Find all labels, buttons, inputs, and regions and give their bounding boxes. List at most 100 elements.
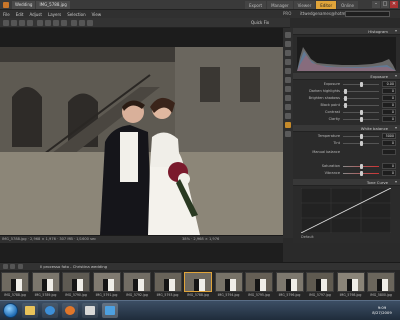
slider-knob[interactable] <box>343 89 347 94</box>
filmstrip-thumbnail[interactable] <box>92 272 121 292</box>
slider-value[interactable]: 0 <box>382 116 396 122</box>
menu-view[interactable]: View <box>89 12 105 17</box>
slider-knob[interactable] <box>343 96 347 101</box>
taskbar-acdsee[interactable] <box>102 303 118 318</box>
filmstrip-thumbnail[interactable] <box>1 272 29 292</box>
prev-icon[interactable] <box>3 264 8 269</box>
fit-icon[interactable] <box>87 20 93 26</box>
tab-online[interactable]: Online <box>337 1 358 9</box>
doc-tab-wedding[interactable]: Wedding <box>12 0 36 9</box>
tab-viewer[interactable]: Viewer <box>293 1 316 9</box>
undo-icon[interactable] <box>19 20 25 26</box>
crop-tool-icon[interactable] <box>285 50 291 56</box>
zoom-in-icon[interactable] <box>71 20 77 26</box>
default-preset-label[interactable]: Default <box>301 235 314 239</box>
doc-tab-image[interactable]: IMG_5788.jpg <box>36 0 70 9</box>
wb-mode-select[interactable] <box>382 149 396 155</box>
taskbar-clock[interactable]: 9:09 8/27/2009 <box>366 305 398 315</box>
histogram-header[interactable]: Histogram ▾ <box>293 28 400 35</box>
text-icon[interactable] <box>61 20 67 26</box>
rotate-icon[interactable] <box>45 20 51 26</box>
crop-icon[interactable] <box>37 20 43 26</box>
tab-export[interactable]: Export <box>245 1 267 9</box>
slider-track[interactable] <box>343 98 379 99</box>
effect-tool-icon[interactable] <box>285 113 291 119</box>
taskbar-ie[interactable] <box>42 303 58 318</box>
slider-value[interactable]: 5000 <box>382 133 396 139</box>
filmstrip-thumbnail[interactable] <box>306 272 334 292</box>
slider-knob[interactable] <box>343 103 347 108</box>
close-button[interactable]: ✕ <box>390 1 398 8</box>
filmstrip-thumbnail[interactable] <box>336 272 365 292</box>
exposure-tool-icon[interactable] <box>285 122 291 128</box>
image-canvas[interactable] <box>0 28 283 235</box>
filmstrip-thumbnail[interactable] <box>153 272 182 292</box>
filmstrip-thumbnail[interactable] <box>31 272 60 292</box>
collapse-icon[interactable]: ▾ <box>395 125 397 130</box>
sharpen-tool-icon[interactable] <box>285 95 291 101</box>
collapse-icon[interactable]: ▾ <box>395 73 397 78</box>
menu-adjust[interactable]: Adjust <box>26 12 45 17</box>
redeye-tool-icon[interactable] <box>285 68 291 74</box>
menu-edit[interactable]: Edit <box>13 12 27 17</box>
search-input[interactable] <box>345 11 390 17</box>
slider-value[interactable]: 0 <box>382 102 396 108</box>
slider-value[interactable]: 0.00 <box>382 81 396 87</box>
slider-track[interactable] <box>343 91 379 92</box>
filmstrip-thumbnail[interactable] <box>275 272 304 292</box>
move-tool-icon[interactable] <box>285 41 291 47</box>
tone-curve-graph[interactable] <box>301 188 391 233</box>
menu-selection[interactable]: Selection <box>64 12 88 17</box>
taskbar-media[interactable] <box>82 303 98 318</box>
brush-icon[interactable] <box>53 20 59 26</box>
slider-knob[interactable] <box>359 117 363 122</box>
text-tool-icon[interactable] <box>285 77 291 83</box>
filmstrip-thumbnail[interactable] <box>184 272 212 292</box>
maximize-button[interactable]: □ <box>381 1 389 8</box>
white-balance-header[interactable]: White balance ▾ <box>293 125 400 132</box>
tab-manager[interactable]: Manager <box>267 1 293 9</box>
quick-fix-button[interactable]: Quick Fix <box>251 20 269 25</box>
taskbar-firefox[interactable] <box>62 303 78 318</box>
slider-track[interactable] <box>343 105 379 106</box>
menu-layers[interactable]: Layers <box>45 12 64 17</box>
slider-value[interactable]: 0 <box>382 88 396 94</box>
saturation-knob[interactable] <box>360 164 363 169</box>
tab-editor[interactable]: Editor <box>316 1 337 9</box>
tone-curve-header[interactable]: Tone Curve ▾ <box>293 179 400 186</box>
slider-knob[interactable] <box>359 82 363 87</box>
vibrance-knob[interactable] <box>360 171 363 176</box>
menu-file[interactable]: File <box>0 12 13 17</box>
select-tool-icon[interactable] <box>285 32 291 38</box>
filmstrip-thumbnail[interactable] <box>214 272 243 292</box>
filmstrip-thumbnail[interactable] <box>123 272 151 292</box>
zoom-out-icon[interactable] <box>79 20 85 26</box>
start-button[interactable] <box>3 303 18 318</box>
slider-knob[interactable] <box>359 134 363 139</box>
sort-icon[interactable] <box>18 264 23 269</box>
color-tool-icon[interactable] <box>285 86 291 92</box>
minimize-button[interactable]: – <box>372 1 380 8</box>
saturation-value[interactable]: 0 <box>382 163 396 169</box>
levels-tool-icon[interactable] <box>285 131 291 137</box>
filmstrip-thumbnail[interactable] <box>367 272 395 292</box>
collapse-icon[interactable]: ▾ <box>395 179 397 184</box>
slider-knob[interactable] <box>359 110 363 115</box>
open-icon[interactable] <box>3 20 9 26</box>
slider-value[interactable]: 0 <box>382 109 396 115</box>
next-icon[interactable] <box>10 264 15 269</box>
slider-value[interactable]: 0 <box>382 95 396 101</box>
redo-icon[interactable] <box>27 20 33 26</box>
filmstrip-thumbnail[interactable] <box>245 272 273 292</box>
collapse-icon[interactable]: ▾ <box>395 28 397 33</box>
slider-knob[interactable] <box>359 141 363 146</box>
filmstrip-thumbnail[interactable] <box>62 272 90 292</box>
slider-value[interactable]: 0 <box>382 140 396 146</box>
photo-app-icon <box>105 306 115 315</box>
exposure-header[interactable]: Exposure ▾ <box>293 73 400 80</box>
noise-tool-icon[interactable] <box>285 104 291 110</box>
heal-tool-icon[interactable] <box>285 59 291 65</box>
save-icon[interactable] <box>11 20 17 26</box>
vibrance-value[interactable]: 0 <box>382 170 396 176</box>
taskbar-explorer[interactable] <box>22 303 38 318</box>
